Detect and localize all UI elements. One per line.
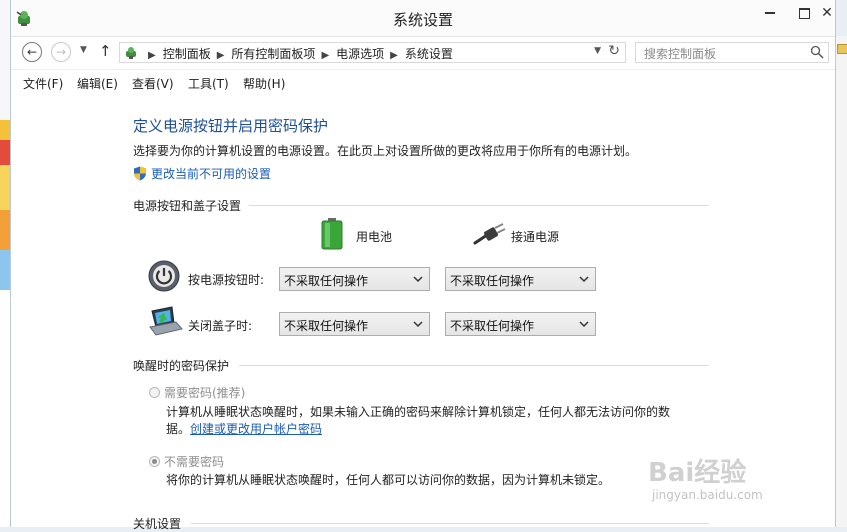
dropdown-value: 不采取任何操作 xyxy=(450,274,535,288)
system-settings-window: 系统设置 ✕ ← → ▼ ↑ ▶ 控制面板 ▶ 所有控制面板项 ▶ 电源选项 ▶ 系统设置 ▼… xyxy=(10,0,836,531)
no-password-radio[interactable] xyxy=(149,456,160,467)
menu-bar: 文件(F) 编辑(E) 查看(V) 工具(T) 帮助(H) xyxy=(11,70,835,94)
require-password-description-cont: 据。创建或更改用户帐户密码 xyxy=(166,420,322,437)
search-icon[interactable] xyxy=(810,45,824,59)
back-button[interactable]: ← xyxy=(22,42,42,62)
section-divider xyxy=(249,205,709,206)
power-buttons-section-title: 电源按钮和盖子设置 xyxy=(133,199,242,213)
dropdown-value: 不采取任何操作 xyxy=(284,274,369,288)
menu-edit[interactable]: 编辑(E) xyxy=(77,75,118,92)
menu-tools[interactable]: 工具(T) xyxy=(188,75,229,92)
control-panel-icon xyxy=(126,47,136,59)
page-description: 选择要为你的计算机设置的电源设置。在此页上对设置所做的更改将应用于你所有的电源计… xyxy=(133,144,638,158)
uac-shield-icon xyxy=(134,166,146,181)
address-dropdown-button[interactable]: ▼ xyxy=(594,46,601,56)
chevron-down-icon xyxy=(579,276,589,283)
power-button-label: 按电源按钮时: xyxy=(188,273,265,287)
breadcrumb-item-system-settings[interactable]: 系统设置 xyxy=(405,47,453,61)
watermark-logo: Bai经验 xyxy=(648,458,747,488)
forward-arrow-icon: → xyxy=(55,45,67,59)
require-password-radio[interactable] xyxy=(149,387,160,398)
breadcrumb: ▶ 控制面板 ▶ 所有控制面板项 ▶ 电源选项 ▶ 系统设置 xyxy=(142,45,453,62)
maximize-icon xyxy=(798,7,810,19)
menu-file[interactable]: 文件(F) xyxy=(23,75,63,92)
close-lid-label: 关闭盖子时: xyxy=(188,319,253,333)
navigation-bar: ← → ▼ ↑ ▶ 控制面板 ▶ 所有控制面板项 ▶ 电源选项 ▶ 系统设置 ▼ ↻ xyxy=(11,37,835,70)
chevron-down-icon: ▼ xyxy=(80,45,87,55)
refresh-button[interactable]: ↻ xyxy=(608,43,620,59)
minimize-button[interactable] xyxy=(753,0,787,28)
wakeup-password-section-title: 唤醒时的密码保护 xyxy=(133,359,230,373)
watermark-url: jingyan.baidu.com xyxy=(652,488,763,502)
require-password-label: 需要密码(推荐) xyxy=(164,386,246,400)
battery-icon xyxy=(321,218,343,250)
power-plug-icon xyxy=(473,223,506,245)
chevron-down-icon xyxy=(579,321,589,328)
forward-button[interactable]: → xyxy=(51,42,71,62)
search-input[interactable] xyxy=(642,44,806,63)
page-title: 定义电源按钮并启用密码保护 xyxy=(133,117,329,135)
breadcrumb-item-power-options[interactable]: 电源选项 xyxy=(336,47,384,61)
breadcrumb-item-control-panel[interactable]: 控制面板 xyxy=(163,47,211,61)
title-bar[interactable]: 系统设置 ✕ xyxy=(11,0,835,37)
minimize-icon xyxy=(765,12,775,14)
power-button-icon xyxy=(148,260,180,292)
change-unavailable-settings-link[interactable]: 更改当前不可用的设置 xyxy=(151,167,271,181)
dropdown-value: 不采取任何操作 xyxy=(284,319,369,333)
no-password-description: 将你的计算机从睡眠状态唤醒时，任何人都可以访问你的数据，因为计算机未锁定。 xyxy=(166,473,611,487)
baidu-jingyan-watermark: Bai经验 jingyan.baidu.com xyxy=(648,452,798,512)
maximize-button[interactable] xyxy=(787,0,821,28)
no-password-option[interactable]: 不需要密码 xyxy=(149,453,224,470)
chevron-down-icon: ▼ xyxy=(594,46,601,56)
menu-help[interactable]: 帮助(H) xyxy=(243,75,285,92)
laptop-lid-icon xyxy=(149,306,183,336)
require-password-description-tail: 据。 xyxy=(166,422,191,436)
require-password-description: 计算机从睡眠状态唤醒时，如果未输入正确的密码来解除计算机锁定，任何人都无法访问你… xyxy=(166,405,671,419)
breadcrumb-separator-icon: ▶ xyxy=(148,50,156,61)
search-box[interactable] xyxy=(635,42,829,63)
shutdown-section-title: 关机设置 xyxy=(133,517,182,531)
dropdown-value: 不采取任何操作 xyxy=(450,319,535,333)
create-change-password-link[interactable]: 创建或更改用户帐户密码 xyxy=(190,422,322,436)
on-battery-label: 用电池 xyxy=(356,230,393,244)
up-button[interactable]: ↑ xyxy=(99,42,112,60)
require-password-option[interactable]: 需要密码(推荐) xyxy=(149,384,245,401)
section-divider xyxy=(191,523,709,524)
menu-view[interactable]: 查看(V) xyxy=(132,75,174,92)
breadcrumb-separator-icon[interactable]: ▶ xyxy=(390,50,398,61)
close-button[interactable]: ✕ xyxy=(817,0,837,28)
back-arrow-icon: ← xyxy=(26,45,38,59)
change-settings-link-row: 更改当前不可用的设置 xyxy=(133,165,271,182)
window-title: 系统设置 xyxy=(392,11,453,29)
power-button-plugged-dropdown[interactable]: 不采取任何操作 xyxy=(445,267,596,291)
chevron-down-icon xyxy=(413,321,423,328)
folder-icon xyxy=(837,44,847,54)
close-lid-battery-dropdown[interactable]: 不采取任何操作 xyxy=(279,312,430,336)
address-bar[interactable]: ▶ 控制面板 ▶ 所有控制面板项 ▶ 电源选项 ▶ 系统设置 ▼ ↻ xyxy=(119,42,626,63)
section-divider xyxy=(239,365,709,366)
close-icon: ✕ xyxy=(821,5,833,21)
breadcrumb-item-all-items[interactable]: 所有控制面板项 xyxy=(231,47,315,61)
no-password-label: 不需要密码 xyxy=(164,455,225,469)
plugged-in-label: 接通电源 xyxy=(511,230,560,244)
power-button-battery-dropdown[interactable]: 不采取任何操作 xyxy=(279,267,430,291)
up-arrow-icon: ↑ xyxy=(99,42,112,60)
close-lid-plugged-dropdown[interactable]: 不采取任何操作 xyxy=(445,312,596,336)
breadcrumb-separator-icon[interactable]: ▶ xyxy=(321,50,329,61)
chevron-down-icon xyxy=(413,276,423,283)
recent-locations-button[interactable]: ▼ xyxy=(80,45,87,55)
refresh-icon: ↻ xyxy=(608,43,620,59)
breadcrumb-separator-icon[interactable]: ▶ xyxy=(217,50,225,61)
